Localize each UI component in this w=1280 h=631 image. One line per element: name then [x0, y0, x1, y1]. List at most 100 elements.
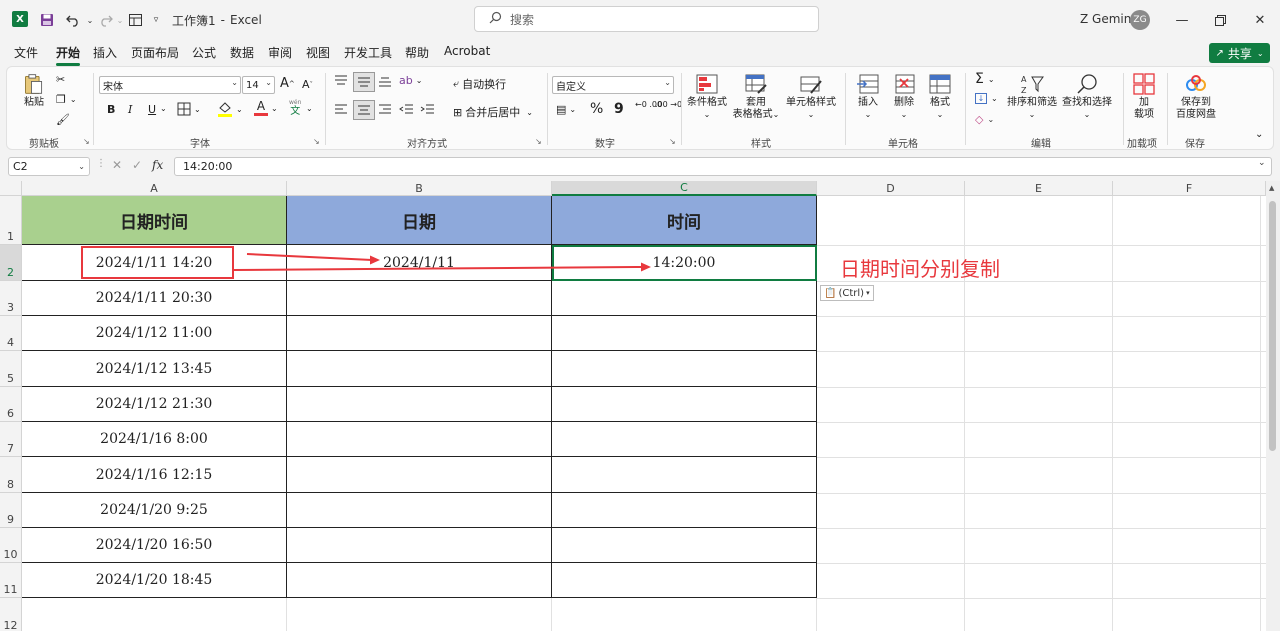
increase-decimal-icon[interactable]: ←0 .00 — [635, 101, 662, 109]
table-cell-datetime[interactable]: 2024/1/12 21:30 — [22, 387, 287, 422]
save-to-baidu-button[interactable]: 保存到 百度网盘 — [1171, 73, 1221, 121]
decrease-font-icon[interactable]: Aˇ — [302, 78, 313, 91]
cancel-edit-icon[interactable]: ✕ — [112, 158, 122, 172]
underline-dropdown-icon[interactable]: ⌄ — [160, 104, 167, 113]
search-input[interactable]: 搜索 — [474, 6, 819, 32]
row-header[interactable]: 7 — [0, 422, 22, 457]
close-icon[interactable]: ✕ — [1250, 10, 1270, 30]
orientation-icon[interactable]: ab ⌄ — [399, 74, 422, 87]
confirm-edit-icon[interactable]: ✓ — [132, 158, 142, 172]
autosum-button[interactable]: Σ ⌄ — [975, 71, 995, 87]
table-cell-datetime[interactable]: 2024/1/16 8:00 — [22, 422, 287, 457]
user-name[interactable]: Z Gemini — [1080, 12, 1135, 26]
percent-button[interactable]: % — [590, 101, 603, 117]
font-launcher-icon[interactable]: ↘ — [313, 137, 320, 146]
find-select-button[interactable]: 查找和选择 ⌄ — [1061, 73, 1113, 121]
scrollbar-thumb[interactable] — [1269, 201, 1276, 451]
comma-button[interactable]: 9 — [614, 101, 624, 117]
format-painter-icon[interactable]: 🖌 — [56, 113, 70, 126]
font-size-select[interactable]: 14 ⌄ — [242, 76, 275, 94]
table-cell-datetime[interactable]: 2024/1/20 16:50 — [22, 528, 287, 563]
tab-review[interactable]: 审阅 — [268, 44, 292, 61]
row-header[interactable]: 4 — [0, 316, 22, 351]
table-cell-time[interactable] — [552, 351, 817, 387]
table-cell-date[interactable] — [287, 493, 552, 528]
tab-formulas[interactable]: 公式 — [192, 44, 216, 61]
minimize-icon[interactable]: — — [1172, 10, 1192, 30]
fill-color-button[interactable]: ⌄ — [217, 100, 243, 118]
bold-button[interactable]: B — [107, 103, 115, 116]
tab-page-layout[interactable]: 页面布局 — [131, 44, 179, 61]
row-header[interactable]: 5 — [0, 351, 22, 387]
insert-function-icon[interactable]: fx — [152, 158, 163, 172]
avatar[interactable]: ZG — [1130, 10, 1150, 30]
align-center-icon[interactable] — [353, 100, 375, 120]
table-cell-date[interactable] — [287, 351, 552, 387]
table-cell-date[interactable] — [287, 316, 552, 351]
align-right-icon[interactable] — [377, 102, 393, 116]
increase-font-icon[interactable]: A ^ — [280, 76, 295, 91]
table-cell-datetime[interactable]: 2024/1/20 18:45 — [22, 563, 287, 598]
clipboard-launcher-icon[interactable]: ↘ — [83, 137, 90, 146]
align-top-icon[interactable] — [333, 74, 349, 88]
table-cell-date[interactable] — [287, 422, 552, 457]
phonetic-dropdown-icon[interactable]: ⌄ — [306, 104, 313, 113]
insert-cells-button[interactable]: 插入 ⌄ — [853, 73, 883, 121]
tab-home[interactable]: 开始 — [56, 44, 81, 66]
table-cell-datetime[interactable]: 2024/1/12 13:45 — [22, 351, 287, 387]
addins-button[interactable]: 加载项 — [1127, 73, 1161, 121]
customize-toolbar-icon[interactable]: ▿ — [150, 10, 162, 30]
row-header[interactable]: 10 — [0, 528, 22, 563]
table-cell-time[interactable] — [552, 316, 817, 351]
tab-file[interactable]: 文件 — [14, 44, 38, 61]
undo-icon[interactable] — [62, 10, 86, 30]
tab-acrobat[interactable]: Acrobat — [444, 44, 490, 58]
table-cell-date[interactable] — [287, 387, 552, 422]
number-format-select[interactable]: 自定义 ⌄ — [552, 76, 674, 94]
table-cell-time[interactable] — [552, 528, 817, 563]
column-header-f[interactable]: F — [1113, 181, 1266, 196]
table-cell-date[interactable] — [287, 563, 552, 598]
share-button[interactable]: ↗ 共享 ⌄ — [1209, 43, 1270, 63]
name-box[interactable]: C2 ⌄ — [8, 157, 90, 176]
fill-button[interactable]: ↓ ⌄ — [975, 93, 998, 104]
row-header[interactable]: 11 — [0, 563, 22, 598]
decrease-decimal-icon[interactable]: .00 →0 — [655, 101, 682, 109]
row-header[interactable]: 12 — [0, 598, 22, 631]
sort-filter-button[interactable]: AZ 排序和筛选 ⌄ — [1007, 73, 1057, 121]
copy-icon[interactable]: ❐ ⌄ — [56, 93, 77, 106]
undo-dropdown-icon[interactable]: ⌄ — [86, 10, 94, 30]
number-launcher-icon[interactable]: ↘ — [669, 137, 676, 146]
scroll-up-icon[interactable]: ▲ — [1269, 184, 1274, 192]
formula-input[interactable]: 14:20:00 — [174, 157, 1272, 176]
table-cell-datetime[interactable]: 2024/1/16 12:15 — [22, 457, 287, 493]
underline-button[interactable]: U — [148, 103, 156, 116]
table-cell-date[interactable] — [287, 457, 552, 493]
redo-dropdown-icon[interactable]: ⌄ — [116, 10, 124, 30]
conditional-formatting-button[interactable]: 条件格式 ⌄ — [685, 73, 729, 121]
row-header[interactable]: 8 — [0, 457, 22, 493]
table-cell-date[interactable] — [287, 528, 552, 563]
delete-cells-button[interactable]: 删除 ⌄ — [889, 73, 919, 121]
tab-view[interactable]: 视图 — [306, 44, 330, 61]
tab-help[interactable]: 帮助 — [405, 44, 429, 61]
phonetic-button[interactable]: wén 文 — [289, 98, 301, 117]
font-name-select[interactable]: 宋体 ⌄ — [99, 76, 241, 94]
redo-icon[interactable] — [94, 10, 116, 30]
clear-button[interactable]: ◇ ⌄ — [975, 113, 994, 126]
format-cells-button[interactable]: 格式 ⌄ — [925, 73, 955, 121]
collapse-ribbon-icon[interactable]: ⌄ — [1255, 129, 1263, 140]
table-cell-time[interactable] — [552, 422, 817, 457]
expand-formula-bar-icon[interactable]: ⌄ — [1258, 158, 1266, 168]
accounting-format-icon[interactable]: ▤ ⌄ — [556, 103, 576, 116]
tab-developer[interactable]: 开发工具 — [344, 44, 392, 61]
table-cell-datetime[interactable]: 2024/1/20 9:25 — [22, 493, 287, 528]
row-header[interactable]: 6 — [0, 387, 22, 422]
paste-button[interactable]: 粘贴 — [19, 73, 49, 109]
wrap-text-button[interactable]: ⤶ 自动换行 — [453, 76, 506, 92]
tab-insert[interactable]: 插入 — [93, 44, 117, 61]
cell-styles-button[interactable]: 单元格样式 ⌄ — [785, 73, 837, 121]
cut-icon[interactable]: ✂ — [56, 73, 65, 86]
alignment-launcher-icon[interactable]: ↘ — [535, 137, 542, 146]
form-icon[interactable] — [127, 10, 143, 30]
